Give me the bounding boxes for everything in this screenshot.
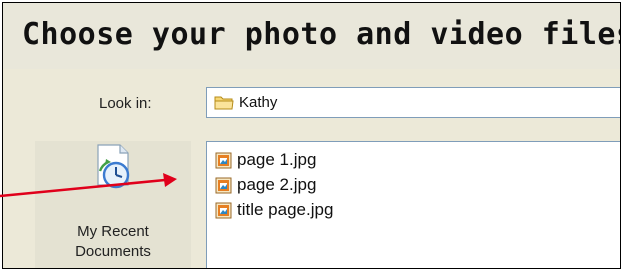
annotation-arrow [0, 173, 177, 198]
